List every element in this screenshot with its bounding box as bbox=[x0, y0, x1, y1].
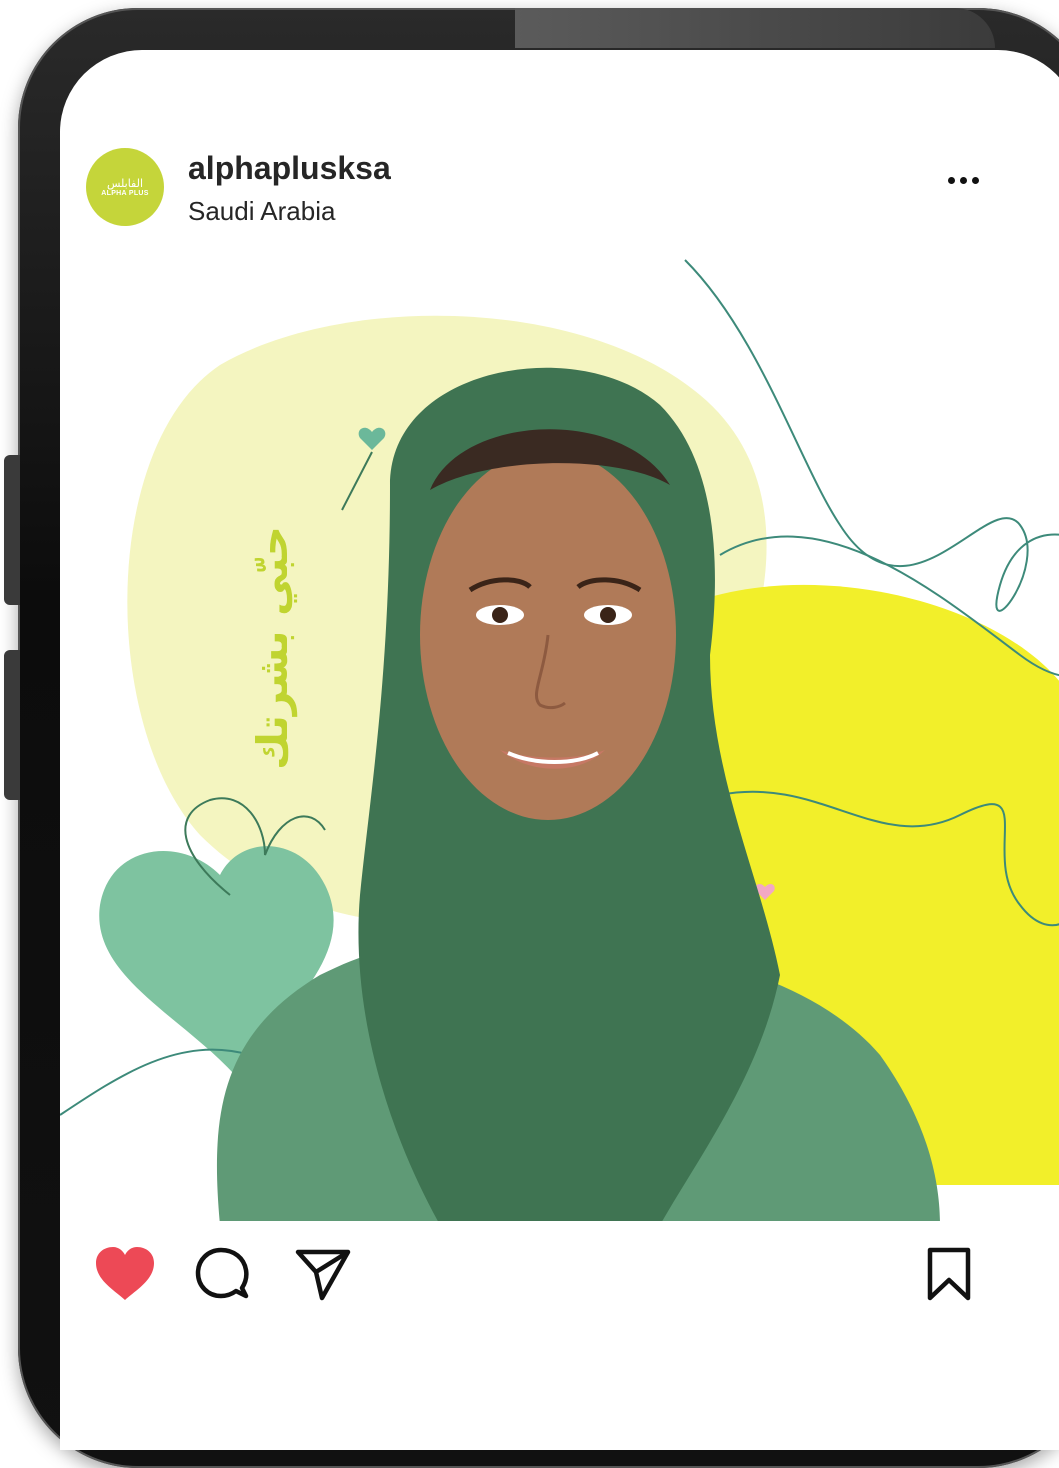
save-button[interactable] bbox=[926, 1246, 972, 1307]
share-button[interactable] bbox=[294, 1246, 352, 1307]
comment-icon bbox=[195, 1247, 249, 1299]
more-options-icon[interactable] bbox=[948, 170, 988, 190]
volume-down-button bbox=[4, 650, 20, 800]
avatar-english-logo-text: ALPHA PLUS bbox=[101, 189, 149, 197]
phone-frame-highlight bbox=[515, 8, 995, 48]
avatar[interactable]: الفابلس ALPHA PLUS bbox=[86, 148, 164, 226]
comment-button[interactable] bbox=[194, 1246, 250, 1307]
avatar-arabic-logo-text: الفابلس bbox=[106, 176, 144, 190]
bookmark-icon bbox=[927, 1247, 971, 1301]
post-username[interactable]: alphaplusksa bbox=[188, 150, 391, 187]
volume-up-button bbox=[4, 455, 20, 605]
like-button[interactable] bbox=[94, 1246, 156, 1307]
post-illustration bbox=[60, 255, 1059, 1221]
right-iris bbox=[600, 607, 616, 623]
instagram-post-screen: الفابلس ALPHA PLUS alphaplusksa Saudi Ar… bbox=[60, 50, 1059, 1450]
post-image-tagline: حبّي بشرتك bbox=[248, 525, 297, 770]
send-icon bbox=[295, 1249, 351, 1301]
post-image[interactable]: حبّي بشرتك bbox=[60, 255, 1059, 1221]
post-location[interactable]: Saudi Arabia bbox=[188, 196, 335, 227]
post-action-bar bbox=[60, 1222, 1059, 1342]
heart-filled-icon bbox=[96, 1247, 154, 1300]
left-iris bbox=[492, 607, 508, 623]
